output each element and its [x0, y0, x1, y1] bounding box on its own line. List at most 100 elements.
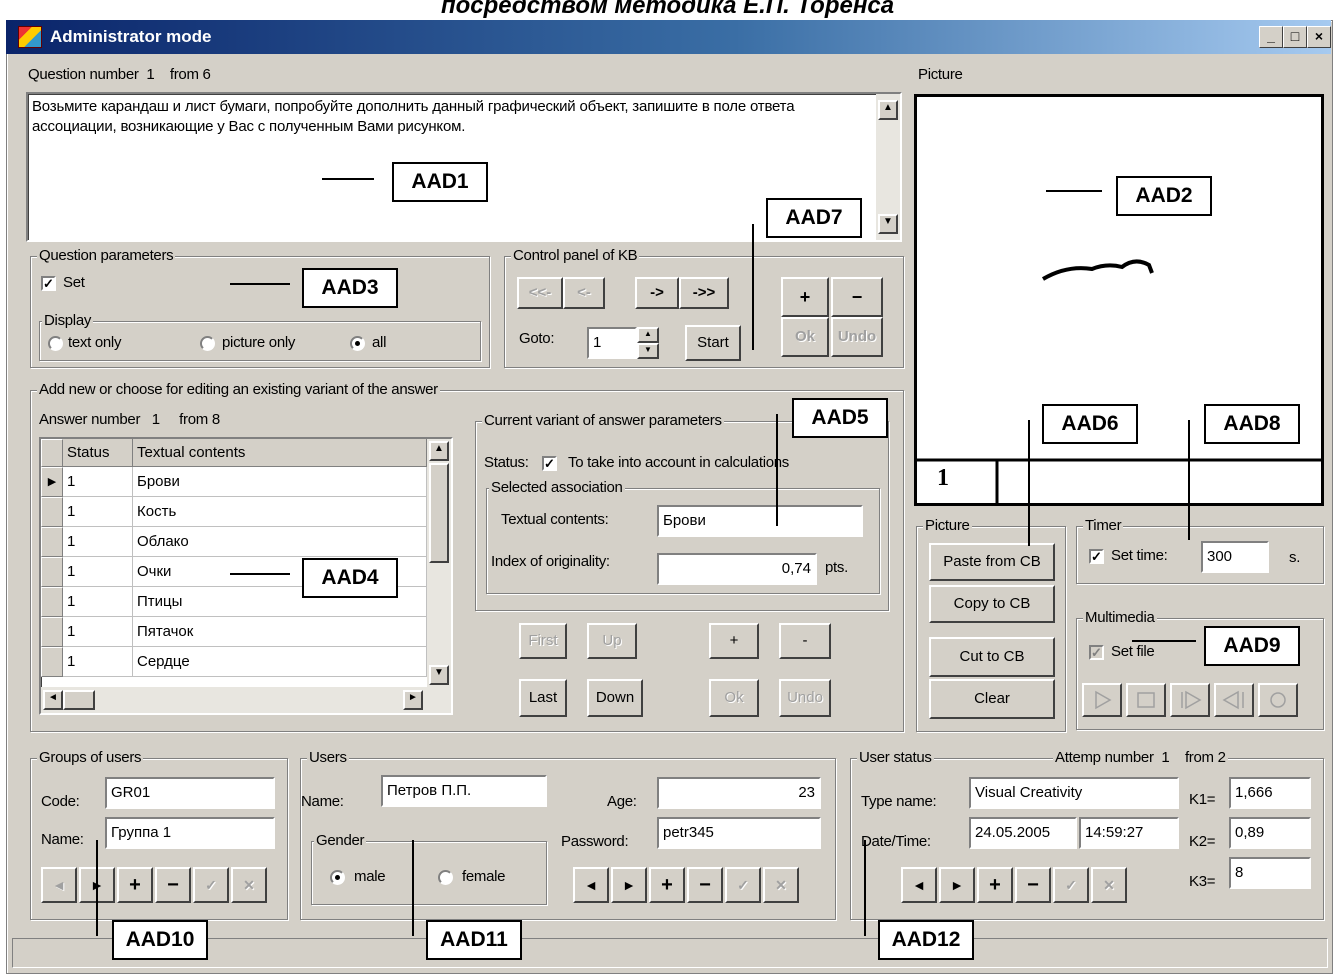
control-panel-group: Control panel of KB <<- <- -> ->> Goto: …	[504, 247, 904, 368]
grid-scroll-up-icon[interactable]: ▲	[429, 441, 449, 461]
kb-next-button[interactable]: ->	[635, 277, 679, 309]
add-record-button[interactable]: +	[117, 867, 153, 903]
grid-vscroll[interactable]: ▲ ▼	[427, 439, 451, 687]
prev-record-button[interactable]: ◄	[901, 867, 937, 903]
close-button[interactable]: ×	[1307, 26, 1331, 48]
cancel-record-button[interactable]: ✕	[231, 867, 267, 903]
answer-minus-button[interactable]: -	[779, 623, 831, 659]
kb-last-button[interactable]: ->>	[679, 277, 729, 309]
grid-scroll-right-icon[interactable]: ►	[403, 690, 423, 710]
table-row[interactable]: 1 Кость	[41, 497, 427, 527]
window-title: Administrator mode	[50, 27, 212, 46]
prev-record-button[interactable]: ◄	[41, 867, 77, 903]
delete-record-button[interactable]: −	[687, 867, 723, 903]
question-scrollbar[interactable]: ▲ ▼	[876, 94, 900, 240]
multimedia-set-checkbox[interactable]: ✓	[1089, 645, 1104, 660]
table-row[interactable]: 1 Сердце	[41, 647, 427, 677]
type-name-input[interactable]: Visual Creativity	[969, 777, 1179, 809]
answer-ok-button[interactable]: Ok	[709, 679, 759, 717]
k2-input[interactable]: 0,89	[1229, 817, 1311, 849]
cancel-record-button[interactable]: ✕	[763, 867, 799, 903]
answer-up-button[interactable]: Up	[587, 623, 637, 659]
radio-female[interactable]	[438, 870, 453, 885]
minimize-button[interactable]: _	[1259, 26, 1283, 48]
originality-input[interactable]: 0,74	[657, 553, 817, 585]
column-text[interactable]: Textual contents	[133, 439, 427, 467]
group-code-input[interactable]: GR01	[105, 777, 275, 809]
set-checkbox[interactable]: ✓	[41, 276, 56, 291]
kb-plus-button[interactable]: +	[781, 277, 829, 317]
time-input[interactable]: 14:59:27	[1079, 817, 1179, 849]
radio-picture-only[interactable]	[200, 336, 215, 351]
textual-contents-label: Textual contents:	[501, 511, 609, 528]
cut-to-cb-button[interactable]: Cut to CB	[929, 637, 1055, 677]
kb-ok-button[interactable]: Ok	[781, 317, 829, 357]
answer-last-button[interactable]: Last	[519, 679, 567, 717]
radio-text-only[interactable]	[48, 336, 63, 351]
user-name-input[interactable]: Петров П.П.	[381, 775, 547, 807]
copy-to-cb-button[interactable]: Copy to CB	[929, 585, 1055, 623]
age-input[interactable]: 23	[657, 777, 821, 809]
next-record-button[interactable]: ►	[939, 867, 975, 903]
answer-first-button[interactable]: First	[519, 623, 567, 659]
add-record-button[interactable]: +	[649, 867, 685, 903]
step-back-button[interactable]	[1214, 683, 1254, 717]
timer-set-checkbox[interactable]: ✓	[1089, 549, 1104, 564]
cancel-record-button[interactable]: ✕	[1091, 867, 1127, 903]
start-button[interactable]: Start	[685, 325, 741, 361]
grid-scroll-thumb[interactable]	[429, 463, 449, 563]
kb-undo-button[interactable]: Undo	[831, 317, 883, 357]
goto-spin-down-icon[interactable]: ▼	[637, 343, 659, 359]
grid-hscroll[interactable]: ◄ ►	[41, 687, 451, 713]
prev-record-button[interactable]: ◄	[573, 867, 609, 903]
stop-button[interactable]	[1126, 683, 1166, 717]
status-checkbox[interactable]: ✓	[542, 456, 557, 471]
scroll-down-icon[interactable]: ▼	[878, 214, 898, 234]
table-row[interactable]: 1 Облако	[41, 527, 427, 557]
scroll-up-icon[interactable]: ▲	[878, 100, 898, 120]
delete-record-button[interactable]: −	[155, 867, 191, 903]
user-status-group: User status Attemp number 1 from 2 Type …	[850, 749, 1324, 920]
goto-spin-up-icon[interactable]: ▲	[637, 327, 659, 343]
step-forward-button[interactable]	[1170, 683, 1210, 717]
add-record-button[interactable]: +	[977, 867, 1013, 903]
radio-male[interactable]	[330, 870, 345, 885]
grid-scroll-left-icon[interactable]: ◄	[43, 690, 63, 710]
group-name-input[interactable]: Группа 1	[105, 817, 275, 849]
play-button[interactable]	[1082, 683, 1122, 717]
answer-undo-button[interactable]: Undo	[779, 679, 831, 717]
paste-from-cb-button[interactable]: Paste from CB	[929, 543, 1055, 581]
k1-input[interactable]: 1,666	[1229, 777, 1311, 809]
goto-input[interactable]: 1	[587, 327, 637, 359]
password-input[interactable]: petr345	[657, 817, 821, 849]
delete-record-button[interactable]: −	[1015, 867, 1051, 903]
kb-minus-button[interactable]: −	[831, 277, 883, 317]
k1-label: K1=	[1189, 791, 1216, 808]
column-status[interactable]: Status	[63, 439, 133, 467]
answers-group: Add new or choose for editing an existin…	[30, 381, 904, 732]
record-button[interactable]	[1258, 683, 1298, 717]
maximize-button[interactable]: □	[1283, 26, 1307, 48]
attempt-label: Attemp number 1 from 2	[1053, 749, 1228, 766]
answer-down-button[interactable]: Down	[587, 679, 643, 717]
k3-input[interactable]: 8	[1229, 857, 1311, 889]
post-record-button[interactable]: ✓	[193, 867, 229, 903]
table-row[interactable]: ▶ 1 Брови	[41, 467, 427, 497]
kb-first-button[interactable]: <<-	[517, 277, 563, 309]
callout-line	[776, 414, 778, 526]
callout-aad1: AAD1	[392, 162, 488, 202]
grid-scroll-down-icon[interactable]: ▼	[429, 665, 449, 685]
set-label: Set	[63, 274, 85, 291]
radio-all[interactable]	[350, 336, 365, 351]
kb-prev-button[interactable]: <-	[563, 277, 605, 309]
clear-button[interactable]: Clear	[929, 679, 1055, 719]
post-record-button[interactable]: ✓	[725, 867, 761, 903]
timer-input[interactable]: 300	[1201, 541, 1269, 573]
textual-contents-input[interactable]: Брови	[657, 505, 863, 537]
post-record-button[interactable]: ✓	[1053, 867, 1089, 903]
next-record-button[interactable]: ►	[611, 867, 647, 903]
date-input[interactable]: 24.05.2005	[969, 817, 1077, 849]
table-row[interactable]: 1 Пятачок	[41, 617, 427, 647]
grid-hscroll-thumb[interactable]	[63, 690, 95, 710]
answer-plus-button[interactable]: +	[709, 623, 759, 659]
